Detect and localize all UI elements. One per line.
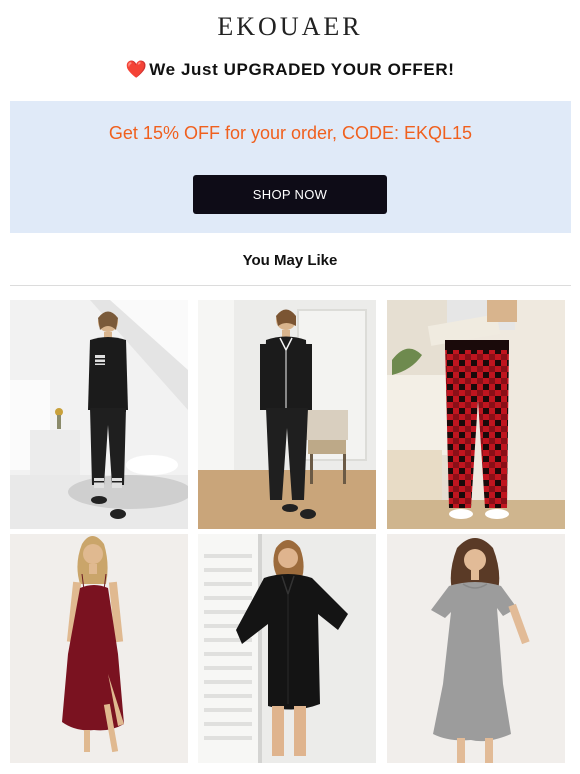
- product-tile-6[interactable]: [387, 534, 565, 763]
- product-tile-3[interactable]: [387, 300, 565, 529]
- product-image: [387, 534, 565, 763]
- product-image: [198, 534, 376, 763]
- product-image: [387, 300, 565, 529]
- offer-code-text: Get 15% OFF for your order, CODE: EKQL15: [108, 123, 473, 143]
- product-image: [198, 300, 376, 529]
- product-tile-1[interactable]: [10, 300, 188, 529]
- product-tile-4[interactable]: [10, 534, 188, 763]
- section-divider: [10, 285, 571, 286]
- offer-banner: Get 15% OFF for your order, CODE: EKQL15…: [10, 101, 571, 233]
- headline-text: We Just UPGRADED YOUR OFFER!: [149, 60, 455, 79]
- brand-logo[interactable]: EKOUAER: [0, 12, 580, 42]
- product-image: [10, 300, 188, 529]
- you-may-like-title: You May Like: [242, 252, 338, 269]
- offer-headline: ❤️ We Just UPGRADED YOUR OFFER!: [0, 60, 580, 80]
- heart-icon: ❤️: [125, 60, 148, 79]
- shop-now-button[interactable]: SHOP NOW: [193, 175, 387, 214]
- product-tile-5[interactable]: [198, 534, 376, 763]
- product-tile-2[interactable]: [198, 300, 376, 529]
- product-image: [10, 534, 188, 763]
